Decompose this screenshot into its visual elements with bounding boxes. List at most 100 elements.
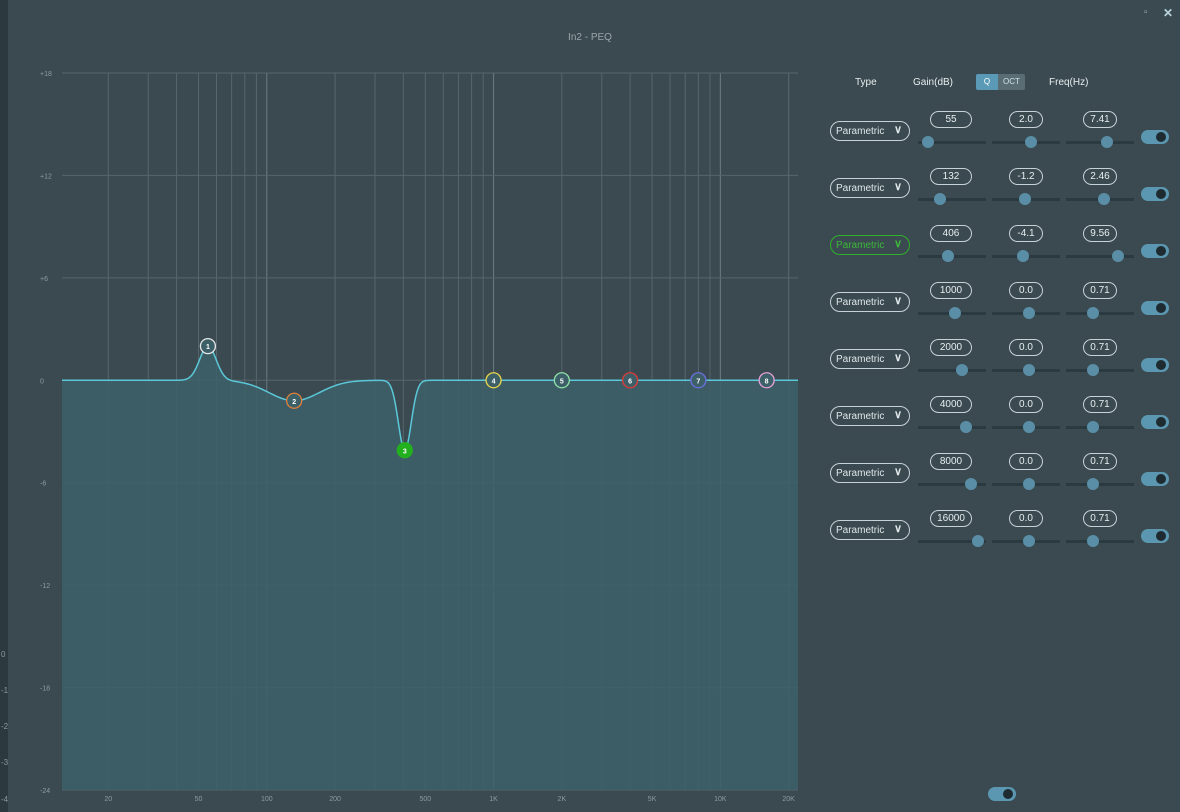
q-value-field[interactable]: 0.71 <box>1083 396 1117 413</box>
band-enable-toggle[interactable] <box>1141 358 1169 372</box>
freq-value-field[interactable]: 55 <box>930 111 972 128</box>
q-slider[interactable] <box>1066 420 1134 434</box>
eq-response-graph[interactable]: +18 +12 +6 0 -6 -12 -18 -24 20 50 100 200 500 1K 2K 5K 1… <box>0 0 820 812</box>
q-slider[interactable] <box>1066 306 1134 320</box>
freq-value-field[interactable]: 132 <box>930 168 972 185</box>
q-slider[interactable] <box>1066 192 1134 206</box>
slider-thumb[interactable] <box>933 193 946 205</box>
gain-slider[interactable] <box>992 135 1060 149</box>
gain-slider[interactable] <box>992 249 1060 263</box>
gain-value-field[interactable]: 0.0 <box>1009 510 1043 527</box>
freq-slider[interactable] <box>918 534 986 548</box>
chevron-down-icon: ∨ <box>893 238 902 250</box>
slider-thumb[interactable] <box>1111 250 1124 262</box>
maximize-icon[interactable]: ▫ <box>1144 7 1148 18</box>
oct-mode-button[interactable]: OCT <box>998 74 1025 90</box>
freq-slider[interactable] <box>918 249 986 263</box>
slider-thumb[interactable] <box>1023 535 1036 547</box>
toggle-knob <box>1156 132 1166 142</box>
q-value-field[interactable]: 2.46 <box>1083 168 1117 185</box>
gain-slider[interactable] <box>992 477 1060 491</box>
freq-value-field[interactable]: 1000 <box>930 282 972 299</box>
slider-thumb[interactable] <box>1087 478 1100 490</box>
slider-thumb[interactable] <box>1016 250 1029 262</box>
slider-thumb[interactable] <box>959 421 972 433</box>
filter-type-select[interactable]: Parametric ∨ <box>830 121 910 141</box>
gain-value-field[interactable]: -4.1 <box>1009 225 1043 242</box>
q-slider[interactable] <box>1066 477 1134 491</box>
slider-thumb[interactable] <box>1087 421 1100 433</box>
slider-thumb[interactable] <box>1023 421 1036 433</box>
close-icon[interactable]: ✕ <box>1163 6 1173 20</box>
q-value-field[interactable]: 9.56 <box>1083 225 1117 242</box>
band-enable-toggle[interactable] <box>1141 529 1169 543</box>
freq-value-field[interactable]: 2000 <box>930 339 972 356</box>
freq-slider[interactable] <box>918 306 986 320</box>
gain-value-field[interactable]: 2.0 <box>1009 111 1043 128</box>
q-value-field[interactable]: 0.71 <box>1083 453 1117 470</box>
slider-thumb[interactable] <box>949 307 962 319</box>
filter-type-select[interactable]: Parametric ∨ <box>830 178 910 198</box>
slider-thumb[interactable] <box>1023 478 1036 490</box>
filter-type-select[interactable]: Parametric ∨ <box>830 349 910 369</box>
gain-value-field[interactable]: 0.0 <box>1009 339 1043 356</box>
gain-value-field[interactable]: 0.0 <box>1009 396 1043 413</box>
slider-track <box>1066 369 1134 372</box>
filter-type-select[interactable]: Parametric ∨ <box>830 406 910 426</box>
slider-thumb[interactable] <box>1100 136 1113 148</box>
slider-thumb[interactable] <box>1025 136 1038 148</box>
filter-type-select[interactable]: Parametric ∨ <box>830 292 910 312</box>
filter-type-select[interactable]: Parametric ∨ <box>830 520 910 540</box>
freq-value-field[interactable]: 4000 <box>930 396 972 413</box>
freq-slider[interactable] <box>918 363 986 377</box>
band-enable-toggle[interactable] <box>1141 244 1169 258</box>
slider-thumb[interactable] <box>1087 364 1100 376</box>
freq-value-field[interactable]: 406 <box>930 225 972 242</box>
slider-thumb[interactable] <box>1023 364 1036 376</box>
q-slider[interactable] <box>1066 534 1134 548</box>
slider-thumb[interactable] <box>1018 193 1031 205</box>
gain-slider[interactable] <box>992 420 1060 434</box>
gain-value-field[interactable]: 0.0 <box>1009 282 1043 299</box>
q-mode-button[interactable]: Q <box>976 74 998 90</box>
gain-value-field[interactable]: -1.2 <box>1009 168 1043 185</box>
band-marker-label: 4 <box>492 378 496 385</box>
q-value-field[interactable]: 0.71 <box>1083 339 1117 356</box>
slider-thumb[interactable] <box>971 535 984 547</box>
band-enable-toggle[interactable] <box>1141 187 1169 201</box>
freq-value-field[interactable]: 8000 <box>930 453 972 470</box>
slider-thumb[interactable] <box>965 478 978 490</box>
band-enable-toggle[interactable] <box>1141 130 1169 144</box>
q-value-field[interactable]: 7.41 <box>1083 111 1117 128</box>
q-slider[interactable] <box>1066 363 1134 377</box>
freq-slider[interactable] <box>918 477 986 491</box>
freq-value-field[interactable]: 16000 <box>930 510 972 527</box>
q-value-field[interactable]: 0.71 <box>1083 282 1117 299</box>
gain-value-field[interactable]: 0.0 <box>1009 453 1043 470</box>
y-tick-label: +18 <box>40 71 52 78</box>
freq-slider[interactable] <box>918 135 986 149</box>
slider-thumb[interactable] <box>1023 307 1036 319</box>
gain-slider[interactable] <box>992 306 1060 320</box>
slider-thumb[interactable] <box>941 250 954 262</box>
freq-slider[interactable] <box>918 192 986 206</box>
q-slider[interactable] <box>1066 249 1134 263</box>
q-slider[interactable] <box>1066 135 1134 149</box>
master-enable-toggle[interactable] <box>988 787 1016 801</box>
slider-thumb[interactable] <box>1087 307 1100 319</box>
slider-thumb[interactable] <box>922 136 935 148</box>
slider-thumb[interactable] <box>1087 535 1100 547</box>
gain-slider[interactable] <box>992 192 1060 206</box>
q-value-field[interactable]: 0.71 <box>1083 510 1117 527</box>
gain-slider[interactable] <box>992 534 1060 548</box>
gain-slider[interactable] <box>992 363 1060 377</box>
freq-slider[interactable] <box>918 420 986 434</box>
slider-thumb[interactable] <box>1098 193 1111 205</box>
band-enable-toggle[interactable] <box>1141 472 1169 486</box>
filter-type-select[interactable]: Parametric ∨ <box>830 235 910 255</box>
filter-type-select[interactable]: Parametric ∨ <box>830 463 910 483</box>
band-enable-toggle[interactable] <box>1141 415 1169 429</box>
band-enable-toggle[interactable] <box>1141 301 1169 315</box>
slider-thumb[interactable] <box>955 364 968 376</box>
q-oct-switch[interactable]: Q OCT <box>976 74 1025 90</box>
